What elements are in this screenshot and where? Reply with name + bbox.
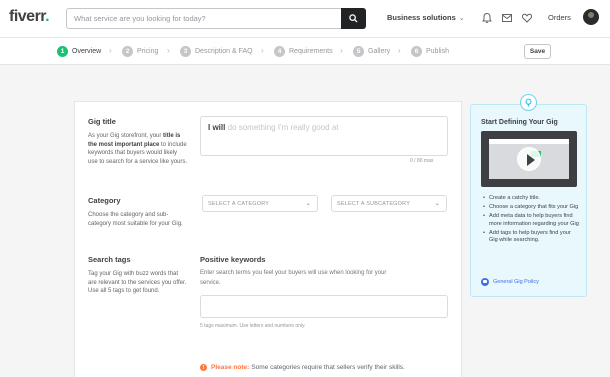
step-number: 1 bbox=[57, 45, 68, 57]
chevron-right-icon: › bbox=[109, 46, 112, 55]
help-panel: Start Defining Your Gig Create a catchy … bbox=[470, 104, 587, 297]
positive-keywords-input[interactable] bbox=[200, 295, 448, 318]
category-description: Choose the category and sub-category mos… bbox=[88, 212, 183, 227]
desc-text: As your Gig storefront, your bbox=[88, 133, 164, 139]
step-requirements[interactable]: 4 Requirements bbox=[274, 45, 333, 57]
title-char-counter: 0 / 80 max bbox=[410, 158, 434, 164]
step-label: Publish bbox=[426, 47, 449, 55]
chevron-right-icon: › bbox=[398, 46, 401, 55]
help-panel-title: Start Defining Your Gig bbox=[481, 119, 558, 126]
search-bar bbox=[66, 8, 366, 29]
step-description-faq[interactable]: 3 Description & FAQ bbox=[180, 45, 253, 57]
fiverr-logo[interactable]: fiverr. bbox=[9, 8, 50, 26]
chevron-right-icon: › bbox=[261, 46, 264, 55]
category-select[interactable]: SELECT A CATEGORY ⌄ bbox=[202, 195, 318, 212]
gig-title-heading: Gig title bbox=[88, 117, 116, 126]
gig-title-input[interactable]: I will do something I'm really good at bbox=[200, 116, 448, 156]
list-item: Choose a category that fits your Gig bbox=[483, 204, 581, 212]
heart-icon[interactable] bbox=[521, 12, 533, 24]
help-video[interactable] bbox=[481, 131, 577, 187]
list-item: Add tags to help buyers find your Gig wh… bbox=[483, 230, 581, 245]
step-label: Requirements bbox=[289, 47, 333, 55]
top-nav: fiverr. Business solutions⌄ Orders bbox=[0, 0, 610, 38]
policy-label: General Gig Policy bbox=[493, 279, 539, 285]
category-select-value: SELECT A CATEGORY bbox=[208, 201, 270, 207]
search-icon bbox=[349, 14, 358, 23]
step-publish[interactable]: 6 Publish bbox=[411, 45, 449, 57]
business-solutions-menu[interactable]: Business solutions ⌄ bbox=[387, 13, 465, 22]
subcategory-select[interactable]: SELECT A SUBCATEGORY ⌄ bbox=[331, 195, 447, 212]
overview-form-card: Gig title As your Gig storefront, your t… bbox=[74, 101, 462, 377]
step-number: 2 bbox=[122, 45, 133, 57]
step-number: 5 bbox=[353, 45, 364, 57]
title-placeholder: do something I'm really good at bbox=[227, 123, 339, 132]
list-item: Create a catchy title. bbox=[483, 195, 581, 203]
step-overview[interactable]: 1 Overview bbox=[57, 45, 101, 57]
search-tags-heading: Search tags bbox=[88, 255, 131, 264]
lightbulb-icon bbox=[520, 94, 537, 111]
keywords-hint: 5 tags maximum. Use letters and numbers … bbox=[200, 323, 306, 329]
step-label: Overview bbox=[72, 47, 102, 55]
mail-icon[interactable] bbox=[501, 12, 513, 24]
step-number: 3 bbox=[180, 45, 191, 57]
chevron-right-icon: › bbox=[167, 46, 170, 55]
positive-keywords-description: Enter search terms you feel your buyers … bbox=[200, 270, 387, 286]
save-button[interactable]: Save bbox=[524, 44, 551, 59]
orders-link[interactable]: Orders bbox=[548, 13, 571, 22]
chevron-down-icon: ⌄ bbox=[458, 15, 465, 22]
search-button[interactable] bbox=[341, 8, 366, 29]
avatar[interactable] bbox=[583, 9, 599, 25]
play-icon[interactable] bbox=[517, 147, 541, 171]
step-number: 4 bbox=[274, 45, 285, 57]
step-gallery[interactable]: 5 Gallery bbox=[353, 45, 390, 57]
logo-dot: . bbox=[45, 8, 50, 25]
note-label: Please note: bbox=[211, 364, 250, 371]
business-solutions-label: Business solutions bbox=[387, 13, 456, 22]
chevron-down-icon: ⌄ bbox=[434, 201, 440, 207]
warning-icon: ! bbox=[200, 364, 207, 371]
please-note: ! Please note: Some categories require tha… bbox=[200, 364, 405, 371]
positive-keywords-heading: Positive keywords bbox=[200, 255, 266, 264]
step-label: Description & FAQ bbox=[195, 47, 253, 55]
gig-policy-link[interactable]: General Gig Policy bbox=[481, 278, 539, 286]
step-number: 6 bbox=[411, 45, 422, 57]
search-tags-description: Tag your Gig with buzz words that are re… bbox=[88, 271, 187, 295]
list-item: Add meta data to help buyers find more i… bbox=[483, 213, 581, 228]
policy-icon bbox=[481, 278, 489, 286]
lightbulb-glyph bbox=[525, 98, 532, 107]
step-label: Gallery bbox=[368, 47, 391, 55]
logo-text: fiverr bbox=[9, 8, 46, 25]
chevron-right-icon: › bbox=[340, 46, 343, 55]
note-text: Some categories require that sellers ver… bbox=[251, 364, 405, 371]
category-heading: Category bbox=[88, 196, 121, 205]
gig-steps-bar: 1 Overview › 2 Pricing › 3 Description & FA… bbox=[0, 38, 610, 65]
step-label: Pricing bbox=[137, 47, 159, 55]
step-pricing[interactable]: 2 Pricing bbox=[122, 45, 158, 57]
search-input[interactable] bbox=[67, 9, 342, 28]
title-prefix: I will bbox=[208, 123, 226, 132]
gig-title-description: As your Gig storefront, your title is th… bbox=[88, 132, 188, 166]
tips-list: Create a catchy title. Choose a category… bbox=[483, 195, 581, 247]
chevron-down-icon: ⌄ bbox=[305, 201, 311, 207]
subcategory-select-value: SELECT A SUBCATEGORY bbox=[337, 201, 411, 207]
bell-icon[interactable] bbox=[481, 12, 493, 24]
